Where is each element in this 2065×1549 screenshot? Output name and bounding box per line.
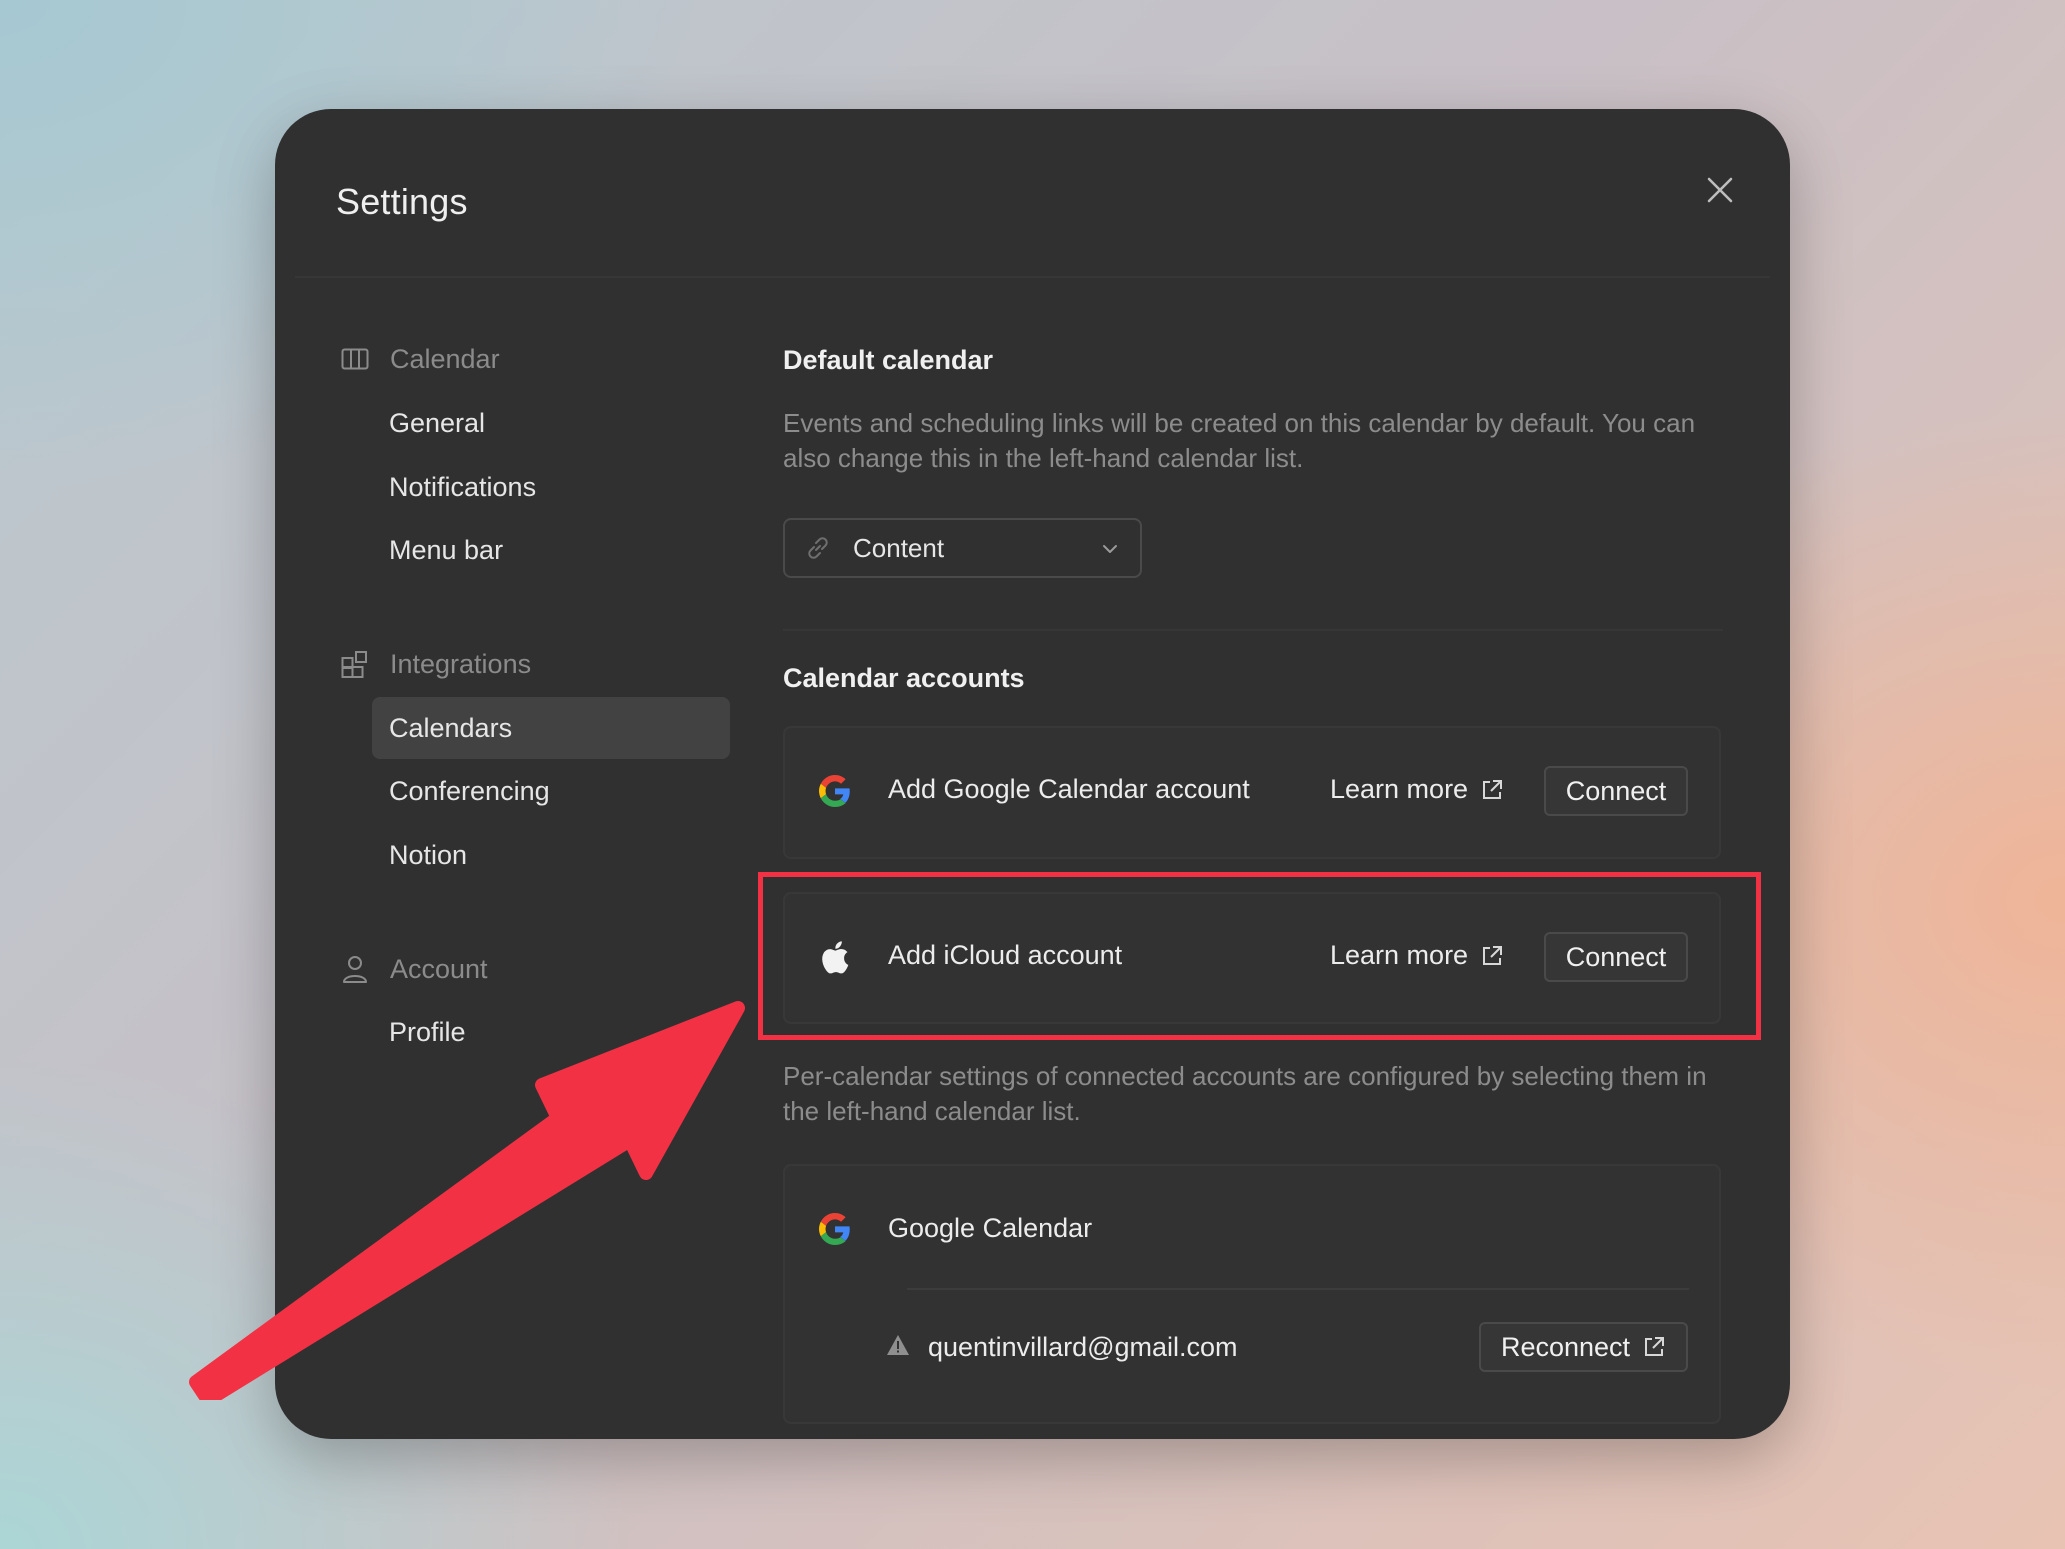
connected-provider-label: Google Calendar [888, 1213, 1093, 1243]
sidebar-group-label: Integrations [390, 648, 532, 679]
apple-icon [818, 940, 852, 974]
sidebar-item-notifications[interactable]: Notifications [372, 456, 730, 518]
calendar-accounts-note: Per-calendar settings of connected accou… [783, 1061, 1707, 1126]
default-calendar-description: Events and scheduling links will be crea… [783, 408, 1696, 473]
sidebar-group-calendar: Calendar [340, 339, 500, 379]
calendar-accounts-title: Calendar accounts [783, 663, 1025, 693]
sidebar-group-integrations: Integrations [340, 644, 531, 684]
reconnect-label: Reconnect [1500, 1331, 1631, 1362]
sidebar-item-label: Calendars [389, 712, 513, 743]
main-panel: Default calendar Events and scheduling l… [783, 109, 1743, 1439]
sidebar-item-notion[interactable]: Notion [372, 824, 730, 886]
sidebar-item-menu-bar[interactable]: Menu bar [372, 519, 730, 581]
person-icon [340, 954, 370, 984]
provider-card-google: Add Google Calendar account Learn more C… [783, 726, 1721, 859]
sidebar-item-label: General [389, 407, 486, 438]
google-g-icon [818, 774, 852, 808]
provider-label: Add Google Calendar account [888, 774, 1250, 804]
sidebar-group-account: Account [340, 949, 488, 989]
connect-google-button[interactable]: Connect [1544, 766, 1688, 816]
sidebar-group-label: Account [390, 953, 488, 984]
sidebar-item-label: Conferencing [389, 775, 550, 806]
sidebar-item-calendars[interactable]: Calendars [372, 697, 730, 759]
provider-card-icloud: Add iCloud account Learn more Connect [783, 892, 1721, 1024]
learn-more-label: Learn more [1330, 774, 1469, 804]
sidebar-item-label: Notion [389, 839, 468, 870]
google-g-icon [818, 1212, 852, 1246]
section-divider [783, 629, 1723, 631]
calendar-columns-icon [340, 344, 370, 374]
chevron-down-icon [1103, 545, 1117, 553]
default-calendar-title: Default calendar [783, 345, 994, 375]
external-link-icon [1645, 1337, 1665, 1356]
learn-more-link[interactable]: Learn more [1330, 940, 1504, 971]
learn-more-label: Learn more [1330, 940, 1469, 970]
sidebar-item-label: Profile [389, 1016, 466, 1047]
connected-account-card: Google Calendar quentinvillard@gmail.com… [783, 1164, 1721, 1424]
settings-window: Settings Calendar General Notifications … [275, 109, 1790, 1439]
link-icon [805, 534, 833, 562]
account-email: quentinvillard@gmail.com [928, 1332, 1238, 1362]
reconnect-button[interactable]: Reconnect [1479, 1322, 1688, 1372]
warning-triangle-icon [886, 1334, 910, 1358]
sidebar-item-profile[interactable]: Profile [372, 1001, 730, 1063]
connect-icloud-button[interactable]: Connect [1544, 932, 1688, 982]
external-link-icon [1483, 779, 1503, 799]
select-value: Content [853, 532, 945, 563]
sidebar-item-label: Notifications [389, 471, 537, 502]
provider-label: Add iCloud account [888, 940, 1123, 970]
default-calendar-select[interactable]: Content [783, 518, 1142, 578]
external-link-icon [1483, 945, 1503, 965]
sidebar-item-general[interactable]: General [372, 392, 730, 454]
sidebar-item-conferencing[interactable]: Conferencing [372, 760, 730, 822]
sidebar-item-label: Menu bar [389, 534, 504, 565]
sidebar: Calendar General Notifications Menu bar … [275, 109, 735, 1439]
sidebar-group-label: Calendar [390, 343, 500, 374]
learn-more-link[interactable]: Learn more [1330, 774, 1504, 805]
integrations-grid-icon [340, 649, 370, 679]
